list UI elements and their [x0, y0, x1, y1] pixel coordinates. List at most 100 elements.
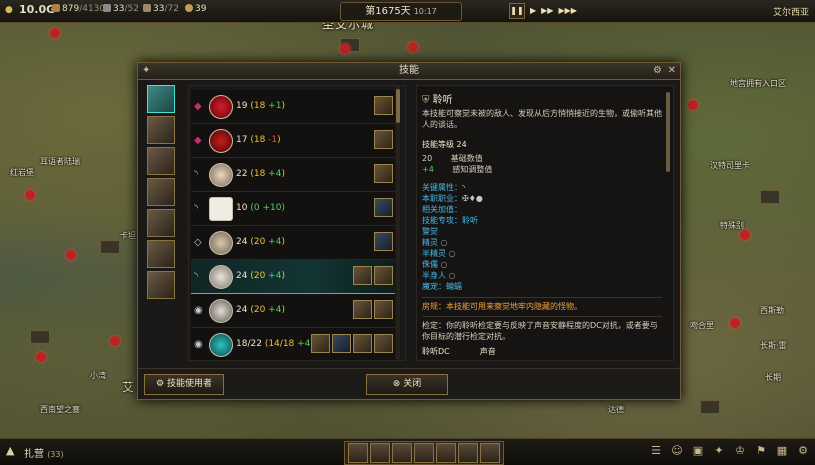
user-gear-icon: ⚙: [156, 379, 165, 389]
info-icon[interactable]: ○: [449, 249, 456, 258]
window-header: ✦ 技能 ⚙ ✕: [138, 63, 680, 80]
skill-users-button[interactable]: ⚙ 技能使用者: [144, 374, 224, 395]
skill-value: 22 (18 +4): [236, 169, 285, 179]
close-icon[interactable]: ✕: [668, 65, 676, 77]
character-portrait-active[interactable]: [147, 85, 175, 113]
info-icon[interactable]: ○: [449, 271, 456, 280]
bonus-label: 相关加值：: [422, 205, 462, 214]
skill-users: [353, 300, 393, 319]
rose-marker-icon[interactable]: [740, 230, 750, 240]
stat-max: /52: [124, 4, 139, 14]
skill-base: 24: [236, 271, 248, 281]
party-member-portrait[interactable]: [414, 443, 434, 463]
spellbook-icon[interactable]: ✦: [713, 444, 725, 457]
rose-marker-icon[interactable]: [36, 352, 46, 362]
user-portrait[interactable]: [374, 164, 393, 183]
party-member-portrait[interactable]: [458, 443, 478, 463]
skill-mod: +4: [268, 271, 282, 281]
party-member-portrait[interactable]: [348, 443, 368, 463]
pause-icon[interactable]: ❚❚: [509, 2, 525, 19]
skill-row[interactable]: ◝ 10 (0 +10): [191, 192, 395, 226]
character-portrait[interactable]: [147, 271, 175, 299]
stat-fame: 39: [185, 4, 206, 14]
party-member-portrait[interactable]: [370, 443, 390, 463]
user-portrait[interactable]: [374, 334, 393, 353]
map-label: 西南望之塞: [40, 405, 80, 414]
settings-gear-icon[interactable]: ⚙: [797, 444, 809, 457]
eye-icon: ◉: [194, 339, 203, 350]
user-portrait[interactable]: [332, 334, 351, 353]
character-portrait[interactable]: [147, 147, 175, 175]
skill-row[interactable]: ◇ 24 (20 +4): [191, 226, 395, 260]
close-circle-icon: ⊗: [392, 379, 401, 389]
user-portrait[interactable]: [374, 232, 393, 251]
user-portrait[interactable]: [374, 96, 393, 115]
journal-icon[interactable]: ☰: [650, 444, 662, 457]
character-portrait[interactable]: [147, 209, 175, 237]
party-member-portrait[interactable]: [392, 443, 412, 463]
gear-icon[interactable]: ⚙: [653, 65, 662, 77]
skill-list-scrollbar[interactable]: [396, 85, 400, 359]
skill-list[interactable]: ◆ 19 (18 +1) ◆ 17 (18 -1) ◝ 22 (18 +4) ◝…: [188, 85, 406, 361]
rose-marker-icon[interactable]: [66, 250, 76, 260]
user-portrait[interactable]: [353, 300, 372, 319]
skill-row[interactable]: ◉ 24 (20 +4): [191, 294, 395, 328]
rose-marker-icon[interactable]: [25, 190, 35, 200]
bonus-gnome-label: 侏儒: [422, 260, 438, 269]
user-portrait[interactable]: [353, 334, 372, 353]
skill-total: 0: [253, 203, 260, 213]
character-portrait[interactable]: [147, 116, 175, 144]
user-portrait[interactable]: [353, 266, 372, 285]
rose-marker-icon[interactable]: [340, 44, 350, 54]
skill-row[interactable]: ◉ 18/22 (14/18 +4): [191, 328, 395, 360]
info-icon[interactable]: ○: [441, 238, 448, 247]
camp-button[interactable]: 扎营 (33): [24, 445, 64, 460]
character-portrait[interactable]: [147, 178, 175, 206]
play-icon[interactable]: ▶: [530, 4, 536, 18]
top-bar: ● 10.0G 879/4130 33/52 33/72 39 第1675天 10…: [0, 0, 815, 23]
drag-handle-icon[interactable]: ✦: [142, 65, 150, 77]
col-listen-dc: 聆听DC: [422, 347, 450, 356]
rose-marker-icon[interactable]: [50, 28, 60, 38]
user-portrait[interactable]: [374, 198, 393, 217]
fast-forward-icon[interactable]: ▶▶: [541, 4, 553, 18]
character-icon[interactable]: ☺: [671, 444, 683, 457]
user-portrait[interactable]: [374, 300, 393, 319]
party-member-portrait[interactable]: [436, 443, 456, 463]
skill-value: 24 (20 +4): [236, 305, 285, 315]
inventory-icon[interactable]: ▣: [692, 444, 704, 457]
skill-row[interactable]: ◆ 19 (18 +1): [191, 90, 395, 124]
map-city[interactable]: [700, 400, 720, 414]
eye-icon: ◉: [194, 305, 203, 316]
rose-marker-icon[interactable]: [688, 100, 698, 110]
formation-icon[interactable]: ▦: [776, 444, 788, 457]
scroll-thumb[interactable]: [396, 89, 400, 123]
party-member-portrait[interactable]: [480, 443, 500, 463]
class-icons: ✠♦●: [462, 194, 483, 203]
map-city[interactable]: [30, 330, 50, 344]
map-city[interactable]: [100, 240, 120, 254]
rose-marker-icon[interactable]: [408, 42, 418, 52]
user-portrait[interactable]: [374, 266, 393, 285]
skill-row[interactable]: ◆ 17 (18 -1): [191, 124, 395, 158]
fastest-icon[interactable]: ▶▶▶: [558, 4, 576, 18]
kingdom-icon[interactable]: ♔: [734, 444, 746, 457]
skill-row-selected[interactable]: ◝ 24 (20 +4): [191, 260, 395, 294]
user-portrait[interactable]: [311, 334, 330, 353]
character-portrait[interactable]: [147, 240, 175, 268]
map-icon[interactable]: ⚑: [755, 444, 767, 457]
user-portrait[interactable]: [374, 130, 393, 149]
info-icon[interactable]: ○: [441, 260, 448, 269]
skill-users: [374, 232, 393, 251]
rose-marker-icon[interactable]: [730, 318, 740, 328]
rose-marker-icon[interactable]: [110, 336, 120, 346]
region-name: 艾尔西亚: [772, 8, 809, 18]
skill-mod: +10: [262, 203, 282, 213]
map-city[interactable]: [760, 190, 780, 204]
skill-row[interactable]: ◝ 22 (18 +4): [191, 158, 395, 192]
detail-scrollbar[interactable]: [666, 92, 670, 172]
search-icon: [209, 299, 233, 323]
date-display: 第1675天 10:17: [340, 2, 462, 21]
tent-icon[interactable]: ▲: [6, 445, 19, 457]
close-button[interactable]: ⊗ 关闭: [366, 374, 448, 395]
